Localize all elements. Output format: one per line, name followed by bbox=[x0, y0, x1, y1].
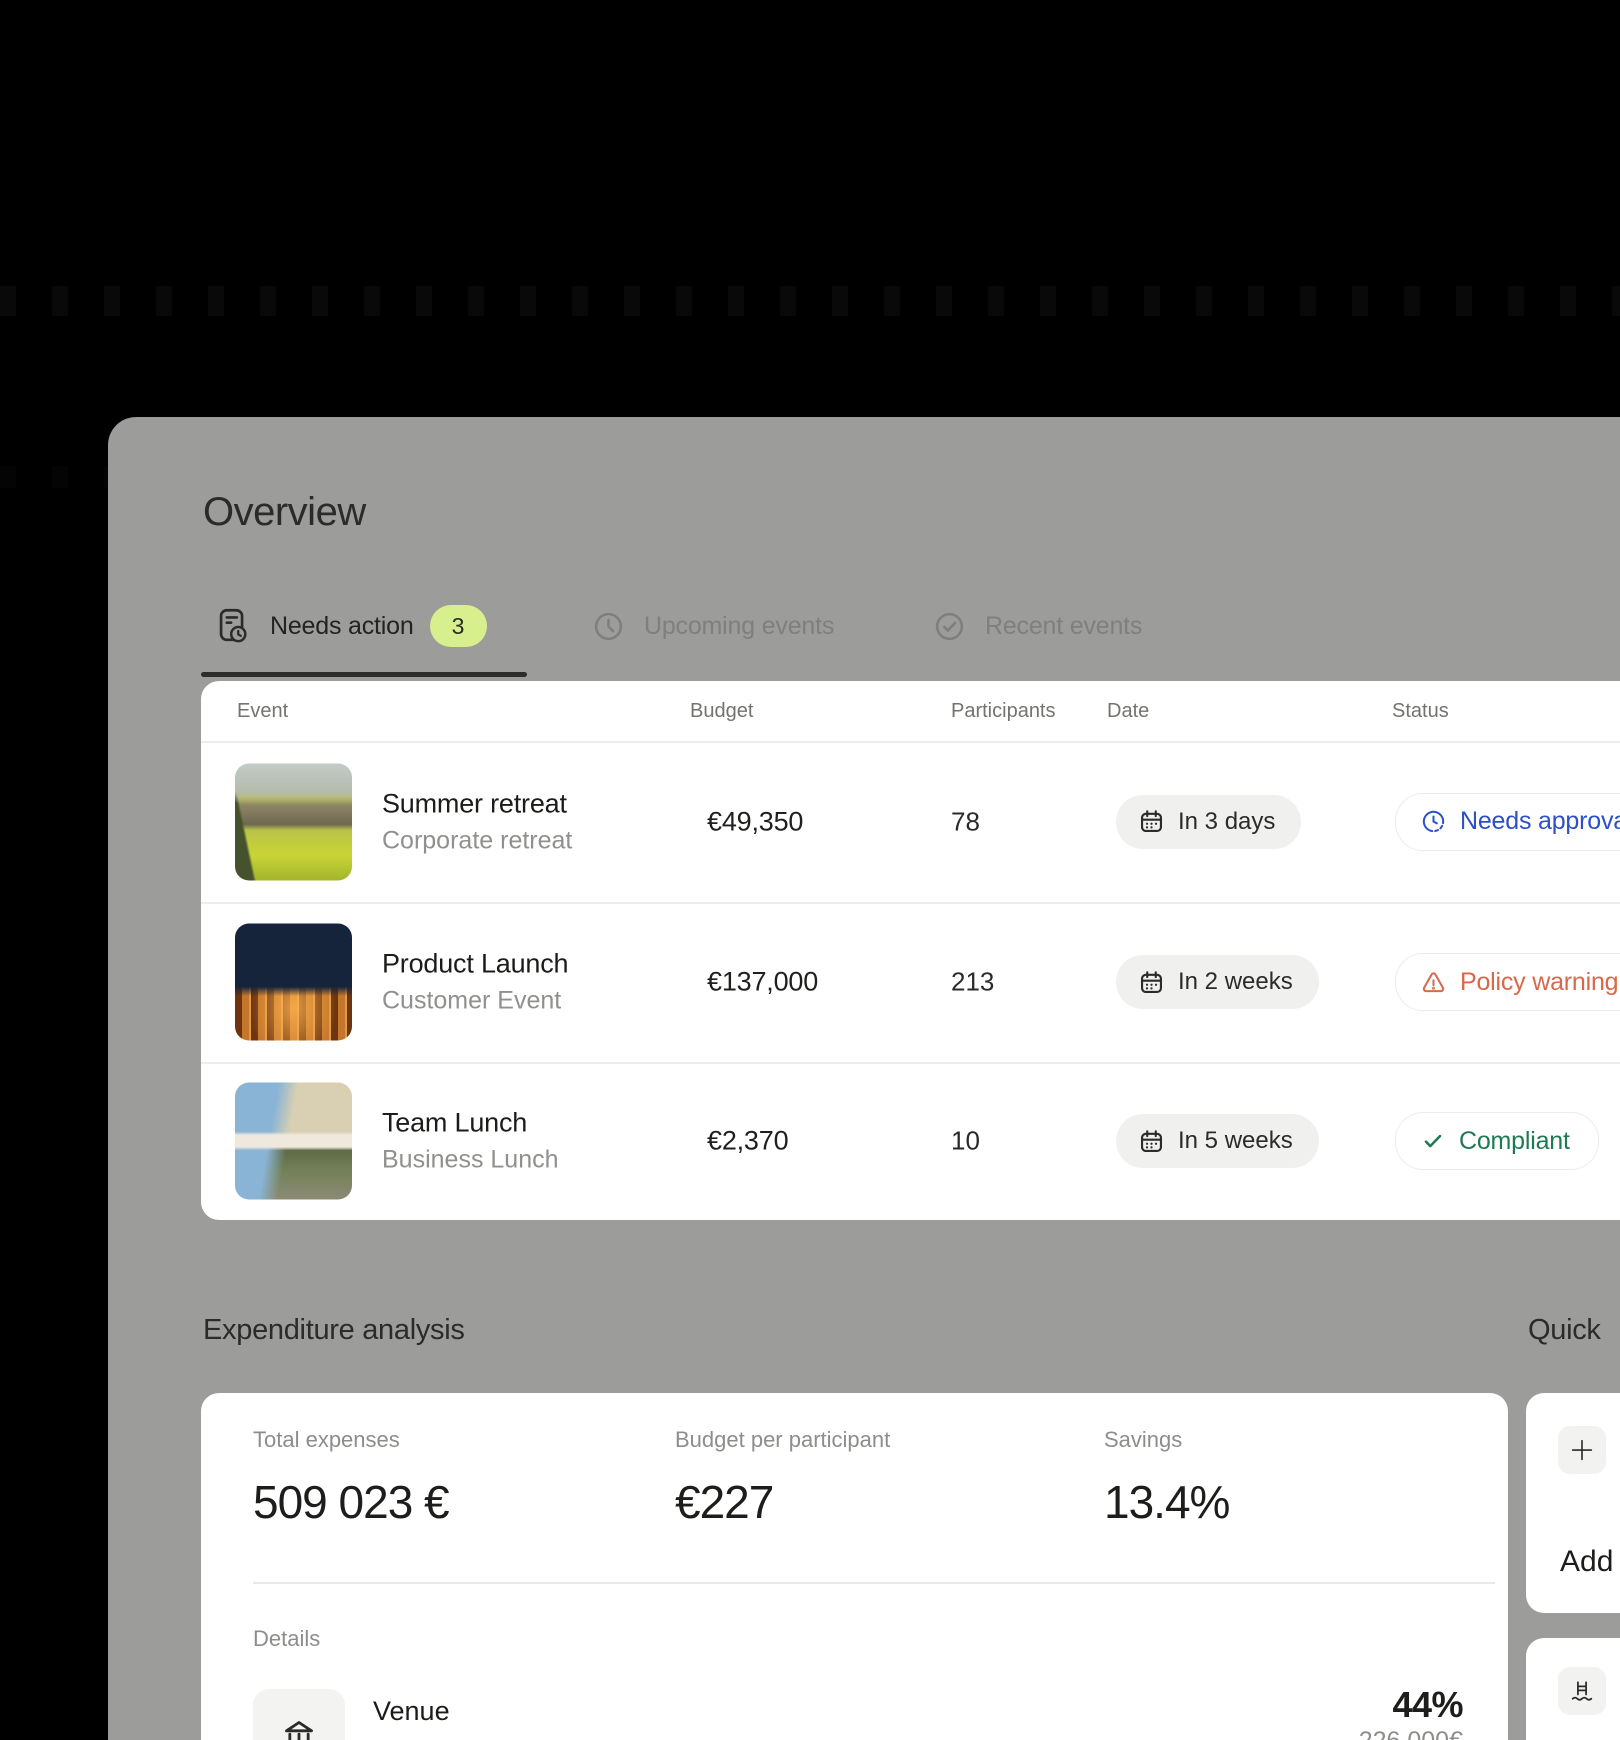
date-label: In 2 weeks bbox=[1178, 968, 1293, 996]
event-title: Summer retreat bbox=[382, 788, 572, 819]
date-label: In 5 weeks bbox=[1178, 1127, 1293, 1155]
background-texture bbox=[0, 466, 108, 488]
event-participants: 213 bbox=[951, 967, 994, 998]
tab-upcoming-events[interactable]: Upcoming events bbox=[592, 602, 834, 650]
venue-building-icon bbox=[253, 1689, 345, 1740]
event-title: Team Lunch bbox=[382, 1108, 559, 1139]
detail-row-name: Venue bbox=[373, 1696, 450, 1727]
stat-value: €227 bbox=[675, 1475, 890, 1529]
screen: Overview Needs action 3 Upcoming events bbox=[0, 0, 1620, 1740]
stat-label: Total expenses bbox=[253, 1427, 449, 1453]
event-subtitle: Customer Event bbox=[382, 987, 568, 1016]
tab-label: Recent events bbox=[985, 612, 1142, 641]
warning-triangle-icon bbox=[1420, 969, 1447, 996]
check-icon bbox=[1420, 1128, 1446, 1154]
needs-action-count-badge: 3 bbox=[430, 605, 487, 647]
tab-needs-action[interactable]: Needs action 3 bbox=[212, 602, 487, 650]
needs-action-table: Event Budget Participants Date Status Su… bbox=[201, 681, 1620, 1220]
check-circle-icon bbox=[933, 610, 966, 643]
table-row-team-lunch[interactable]: Team Lunch Business Lunch €2,370 10 In 5… bbox=[201, 1062, 1620, 1220]
event-participants: 78 bbox=[951, 806, 980, 837]
event-subtitle: Corporate retreat bbox=[382, 826, 572, 855]
quick-action-pool-card[interactable] bbox=[1526, 1638, 1620, 1740]
column-header-budget: Budget bbox=[690, 700, 753, 723]
event-thumbnail bbox=[235, 763, 352, 880]
document-clock-icon bbox=[212, 605, 254, 647]
plus-icon[interactable] bbox=[1558, 1426, 1606, 1474]
event-title: Product Launch bbox=[382, 949, 568, 980]
background-texture bbox=[0, 286, 1620, 316]
date-label: In 3 days bbox=[1178, 808, 1275, 836]
event-subtitle: Business Lunch bbox=[382, 1146, 559, 1175]
stat-value: 13.4% bbox=[1104, 1475, 1229, 1529]
pending-clock-icon bbox=[1420, 808, 1447, 835]
detail-row-amount: 226 000€ bbox=[1359, 1727, 1463, 1740]
tab-label: Upcoming events bbox=[644, 612, 834, 641]
stat-label: Budget per participant bbox=[675, 1427, 890, 1453]
status-badge-compliant: Compliant bbox=[1395, 1112, 1599, 1170]
quick-action-label: Add bbox=[1560, 1545, 1613, 1579]
calendar-icon bbox=[1138, 808, 1165, 835]
status-badge-policy-warning: Policy warning bbox=[1395, 953, 1620, 1011]
history-clock-icon bbox=[592, 610, 625, 643]
detail-row-percent: 44% bbox=[1392, 1684, 1463, 1726]
details-heading: Details bbox=[253, 1626, 320, 1652]
date-chip: In 2 weeks bbox=[1116, 955, 1319, 1009]
stat-label: Savings bbox=[1104, 1427, 1229, 1453]
calendar-icon bbox=[1138, 1128, 1165, 1155]
quick-action-add-card[interactable]: Add bbox=[1526, 1393, 1620, 1613]
stat-savings: Savings 13.4% bbox=[1104, 1427, 1229, 1529]
expenditure-analysis-heading: Expenditure analysis bbox=[203, 1314, 465, 1347]
expenditure-analysis-card: Total expenses 509 023 € Budget per part… bbox=[201, 1393, 1508, 1740]
divider bbox=[253, 1582, 1495, 1584]
event-budget: €2,370 bbox=[707, 1126, 788, 1157]
event-thumbnail bbox=[235, 1083, 352, 1200]
event-budget: €137,000 bbox=[707, 967, 818, 998]
table-row-summer-retreat[interactable]: Summer retreat Corporate retreat €49,350… bbox=[201, 741, 1620, 902]
status-badge-needs-approval: Needs approval bbox=[1395, 793, 1620, 851]
tab-label: Needs action bbox=[270, 612, 414, 641]
stat-budget-per-participant: Budget per participant €227 bbox=[675, 1427, 890, 1529]
column-header-participants: Participants bbox=[951, 700, 1056, 723]
pool-ladder-icon[interactable] bbox=[1558, 1667, 1606, 1715]
calendar-icon bbox=[1138, 969, 1165, 996]
column-header-date: Date bbox=[1107, 700, 1149, 723]
stat-value: 509 023 € bbox=[253, 1475, 449, 1529]
status-label: Compliant bbox=[1459, 1127, 1570, 1156]
active-tab-underline bbox=[201, 672, 527, 677]
date-chip: In 3 days bbox=[1116, 795, 1301, 849]
column-header-event: Event bbox=[237, 700, 288, 723]
event-thumbnail bbox=[235, 924, 352, 1041]
quick-panel-heading: Quick bbox=[1528, 1314, 1601, 1347]
tab-recent-events[interactable]: Recent events bbox=[933, 602, 1142, 650]
event-budget: €49,350 bbox=[707, 806, 803, 837]
page-title: Overview bbox=[203, 490, 366, 535]
table-row-product-launch[interactable]: Product Launch Customer Event €137,000 2… bbox=[201, 902, 1620, 1062]
event-participants: 10 bbox=[951, 1126, 980, 1157]
date-chip: In 5 weeks bbox=[1116, 1114, 1319, 1168]
status-label: Policy warning bbox=[1460, 968, 1618, 997]
status-label: Needs approval bbox=[1460, 807, 1620, 836]
column-header-status: Status bbox=[1392, 700, 1449, 723]
stat-total-expenses: Total expenses 509 023 € bbox=[253, 1427, 449, 1529]
